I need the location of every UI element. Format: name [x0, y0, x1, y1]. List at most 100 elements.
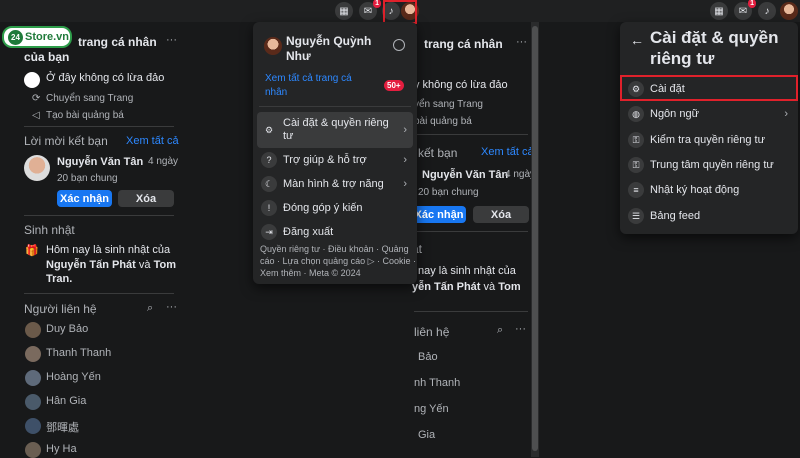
- account-menu: Nguyễn Quỳnh Như Xem tất cả trang cá nhâ…: [253, 22, 417, 284]
- menu-label: Trợ giúp & hỗ trợ: [283, 154, 367, 166]
- birthday-line1: Hôm nay là sinh nhật của: [46, 244, 171, 256]
- mid-confirm-button[interactable]: Xác nhận: [412, 206, 466, 223]
- mid-see-all[interactable]: Xem tất cả: [481, 146, 534, 158]
- divider: [414, 134, 528, 135]
- contact-item[interactable]: Hy Ha: [46, 443, 77, 455]
- language-item-label: Ngôn ngữ: [650, 108, 699, 120]
- contacts-title: Người liên hệ: [24, 302, 97, 316]
- messenger-icon[interactable]: ✉ 1: [359, 0, 381, 20]
- contact-item[interactable]: Duy Bảo: [46, 323, 88, 335]
- birthday-name-1[interactable]: Nguyễn Tấn Phát: [46, 259, 136, 271]
- footer-line-2[interactable]: cáo · Lựa chọn quảng cáo ▷ · Cookie ·: [260, 256, 416, 267]
- more-icon[interactable]: ···: [516, 36, 527, 48]
- user-avatar[interactable]: [264, 37, 282, 55]
- footer-line-3[interactable]: Xem thêm · Meta © 2024: [260, 268, 361, 278]
- gear-icon: ⚙: [261, 122, 277, 138]
- friend-time: 4 ngày: [148, 156, 179, 167]
- pages-title-2: của bạn: [24, 50, 70, 64]
- help-icon: ?: [261, 152, 277, 168]
- friend-avatar[interactable]: [24, 155, 50, 181]
- see-all-link[interactable]: Xem tất cả: [126, 135, 179, 147]
- friend-requests-title: Lời mời kết bạn: [24, 134, 108, 148]
- birthday-and: và: [138, 259, 151, 271]
- panel-title-1: Cài đặt & quyền: [650, 28, 779, 47]
- feed-label: Bảng feed: [650, 210, 701, 222]
- birthdays-title: Sinh nhật: [24, 223, 75, 237]
- mid-contact: Bảo: [418, 351, 438, 363]
- notification-bell-icon-2[interactable]: ♪: [758, 2, 776, 20]
- birthday-line2: Nguyễn Tấn Phát và Tom: [46, 259, 176, 271]
- confirm-button[interactable]: Xác nhận: [57, 190, 112, 207]
- feed-item[interactable]: ☰ Bảng feed: [624, 204, 794, 228]
- mid-contacts-title: liên hệ: [414, 325, 450, 339]
- activity-log-item[interactable]: ≡ Nhật ký hoạt động: [624, 178, 794, 202]
- page-name[interactable]: Ở đây không có lừa đảo: [46, 72, 164, 84]
- scrollbar-thumb[interactable]: [532, 26, 538, 451]
- mid-page-name: y không có lừa đảo: [414, 79, 508, 91]
- menu-item-settings[interactable]: ⚙ Cài đặt & quyền riêng tư ›: [257, 112, 413, 148]
- settings-privacy-panel: ← Cài đặt & quyền riêng tư ⚙ Cài đặt ◍ Ngô…: [620, 22, 798, 234]
- birthday-name-2[interactable]: Tom: [154, 259, 176, 271]
- contact-item[interactable]: 鄧暉處: [46, 419, 79, 435]
- switch-profile-icon[interactable]: [393, 39, 405, 51]
- privacy-checkup-item[interactable]: ⚿ Kiểm tra quyền riêng tư: [624, 128, 794, 152]
- privacy-center-item[interactable]: ⚿ Trung tâm quyền riêng tư: [624, 153, 794, 177]
- mid-bday-name2: Tom: [498, 281, 521, 293]
- more-icon[interactable]: ···: [166, 34, 177, 46]
- apps-grid-icon-2[interactable]: ▦: [710, 2, 728, 20]
- divider: [259, 106, 411, 107]
- more-icon[interactable]: ···: [166, 301, 177, 313]
- contact-avatar: [25, 322, 41, 338]
- see-all-pages-2[interactable]: nhân: [265, 87, 287, 98]
- more-icon[interactable]: ···: [515, 323, 526, 335]
- menu-label-line1: Cài đặt & quyền riêng: [283, 117, 389, 129]
- contact-item[interactable]: Hân Gia: [46, 395, 86, 407]
- user-name-2[interactable]: Như: [286, 49, 311, 63]
- mid-bday-line1: nay là sinh nhật của: [418, 265, 516, 277]
- menu-item-feedback[interactable]: ! Đóng góp ý kiến: [257, 196, 413, 220]
- contact-avatar: [25, 442, 41, 458]
- messenger-badge-2: 1: [748, 0, 756, 8]
- search-icon[interactable]: ⌕: [147, 302, 153, 315]
- contact-item[interactable]: Thanh Thanh: [46, 347, 111, 359]
- menu-label: Đăng xuất: [283, 226, 334, 238]
- menu-label: Cài đặt & quyền riêng tư: [283, 117, 389, 143]
- user-name-1[interactable]: Nguyễn Quỳnh: [286, 34, 371, 48]
- mid-contact: nh Thanh: [414, 377, 461, 389]
- search-icon[interactable]: ⌕: [497, 324, 503, 337]
- contact-item[interactable]: Hoàng Yến: [46, 371, 101, 383]
- messenger-icon-2[interactable]: ✉ 1: [734, 0, 756, 20]
- menu-item-display[interactable]: ☾ Màn hình & trợ năng ›: [257, 172, 413, 196]
- apps-grid-icon[interactable]: ▦: [335, 2, 353, 20]
- chevron-right-icon: ›: [784, 108, 788, 120]
- footer-line-1[interactable]: Quyền riêng tư · Điều khoản · Quảng: [260, 244, 409, 254]
- language-item[interactable]: ◍ Ngôn ngữ ›: [624, 102, 794, 126]
- scrollbar[interactable]: [531, 22, 539, 457]
- activity-log-label: Nhật ký hoạt động: [650, 184, 740, 196]
- contact-avatar: [25, 346, 41, 362]
- menu-item-logout[interactable]: ⇥ Đăng xuất: [257, 220, 413, 244]
- top-bar: ▦ ✉ 1 ♪ ▦ ✉ 1 ♪: [0, 0, 800, 24]
- switch-page-link[interactable]: Chuyển sang Trang: [46, 93, 133, 104]
- messenger-badge: 1: [373, 0, 381, 8]
- friend-name[interactable]: Nguyễn Văn Tân: [57, 156, 143, 168]
- see-all-pages-1[interactable]: Xem tất cả trang cá: [265, 73, 352, 84]
- create-ad-link[interactable]: Tạo bài quảng bá: [46, 110, 124, 121]
- birthday-name-3[interactable]: Tran.: [46, 273, 72, 285]
- account-avatar-2[interactable]: [780, 2, 798, 20]
- mid-friend-req: kết bạn: [418, 146, 458, 160]
- pages-title-1: trang cá nhân: [78, 35, 157, 49]
- mid-switch: yển sang Trang: [414, 99, 483, 110]
- delete-button[interactable]: Xóa: [118, 190, 174, 207]
- menu-item-help[interactable]: ? Trợ giúp & hỗ trợ ›: [257, 148, 413, 172]
- divider: [414, 231, 528, 232]
- chevron-right-icon: ›: [403, 124, 407, 136]
- back-arrow-icon[interactable]: ←: [630, 32, 644, 48]
- globe-icon: ◍: [628, 106, 644, 122]
- sliders-icon: ☰: [628, 208, 644, 224]
- highlight-box: [620, 75, 798, 101]
- mid-friend-name: Nguyễn Văn Tân: [422, 169, 509, 181]
- list-icon: ≡: [628, 182, 644, 198]
- mid-pages-title: trang cá nhân: [424, 37, 503, 51]
- mid-delete-button[interactable]: Xóa: [473, 206, 529, 223]
